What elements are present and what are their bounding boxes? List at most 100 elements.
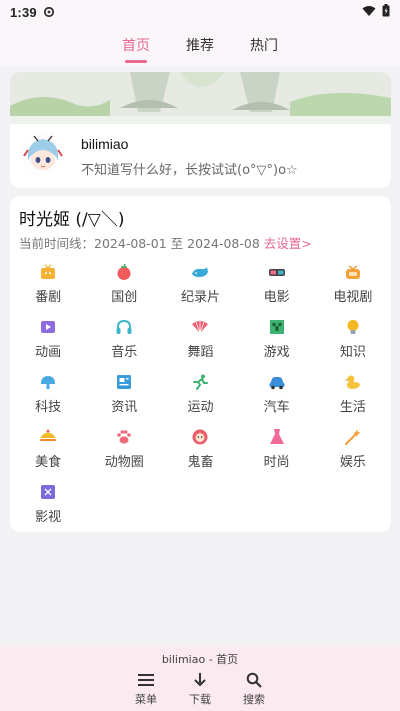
category-item-16[interactable]: 美食 [10, 425, 86, 480]
tv-set-icon [344, 263, 362, 281]
category-label: 影视 [35, 510, 62, 525]
category-item-12[interactable]: 资讯 [86, 370, 162, 425]
tab-home-label: 首页 [122, 37, 150, 53]
dome-icon [39, 373, 57, 391]
timeline-info: 当前时间线：2024-08-01 至 2024-08-08 去设置> [19, 233, 312, 252]
timeline-prefix: 当前时间线： [19, 236, 95, 251]
category-label: 国创 [111, 290, 138, 305]
menu-button[interactable]: 菜单 [119, 671, 173, 707]
category-label: 电影 [263, 290, 290, 305]
tab-recommend[interactable]: 推荐 [168, 24, 232, 55]
wand-icon [344, 428, 362, 446]
paw-icon [115, 428, 133, 446]
runner-icon [191, 373, 209, 391]
timeline-start-date: 2024-08-01 [94, 236, 167, 251]
category-label: 动画 [35, 345, 62, 360]
tomato-icon [115, 263, 133, 281]
dress-icon [268, 428, 286, 446]
category-item-2[interactable]: 国创 [86, 260, 162, 315]
tab-recommend-label: 推荐 [186, 37, 214, 53]
category-item-7[interactable]: 音乐 [86, 315, 162, 370]
download-button-label: 下载 [189, 693, 211, 706]
category-label: 动物圈 [104, 455, 144, 470]
tab-hot-label: 热门 [250, 37, 278, 53]
category-label: 游戏 [263, 345, 290, 360]
category-item-9[interactable]: 游戏 [239, 315, 315, 370]
lightbulb-icon [344, 318, 362, 336]
bottom-bar-title: bilimiao - 首页 [161, 653, 239, 666]
avatar[interactable] [20, 130, 66, 176]
tv-icon [39, 263, 57, 281]
battery-icon [382, 4, 390, 20]
tab-hot[interactable]: 热门 [232, 24, 296, 55]
category-item-3[interactable]: 纪录片 [162, 260, 238, 315]
category-item-21[interactable]: 影视 [10, 480, 86, 535]
search-button[interactable]: 搜索 [227, 671, 281, 707]
duck-icon [344, 373, 362, 391]
profile-banner [10, 72, 391, 124]
food-icon [39, 428, 57, 446]
bottom-actions: 菜单 下载 搜索 [0, 671, 400, 707]
user-signature: 不知道写什么好，长按试试(o°▽°)o☆ [81, 163, 298, 178]
3d-glasses-icon [268, 263, 286, 281]
search-button-label: 搜索 [243, 693, 265, 706]
category-label: 科技 [35, 400, 62, 415]
category-item-20[interactable]: 娱乐 [315, 425, 391, 480]
download-icon [191, 671, 209, 689]
category-label: 资讯 [111, 400, 138, 415]
settings-gear-icon [43, 6, 55, 18]
category-item-19[interactable]: 时尚 [239, 425, 315, 480]
category-label: 运动 [187, 400, 214, 415]
play-icon [39, 318, 57, 336]
category-item-11[interactable]: 科技 [10, 370, 86, 425]
category-label: 生活 [339, 400, 366, 415]
profile-card[interactable]: bilimiao 不知道写什么好，长按试试(o°▽°)o☆ [10, 72, 391, 188]
username: bilimiao [81, 136, 129, 152]
newspaper-icon [115, 373, 133, 391]
category-item-13[interactable]: 运动 [162, 370, 238, 425]
tab-home[interactable]: 首页 [104, 24, 168, 63]
category-item-15[interactable]: 生活 [315, 370, 391, 425]
category-label: 舞蹈 [187, 345, 214, 360]
category-label: 音乐 [111, 345, 138, 360]
category-item-8[interactable]: 舞蹈 [162, 315, 238, 370]
category-item-1[interactable]: 番剧 [10, 260, 86, 315]
category-label: 纪录片 [180, 290, 220, 305]
status-bar: 1:39 [0, 0, 400, 24]
category-item-18[interactable]: 鬼畜 [162, 425, 238, 480]
category-item-5[interactable]: 电视剧 [315, 260, 391, 315]
category-item-4[interactable]: 电影 [239, 260, 315, 315]
tab-active-indicator [125, 60, 147, 63]
top-tabs: 首页 推荐 热门 [0, 24, 400, 64]
category-label: 电视剧 [333, 290, 373, 305]
category-label: 知识 [339, 345, 366, 360]
search-icon [245, 671, 263, 689]
category-label: 时尚 [263, 455, 290, 470]
category-label: 鬼畜 [187, 455, 214, 470]
car-icon [268, 373, 286, 391]
wifi-icon [362, 5, 376, 20]
menu-icon [137, 671, 155, 689]
category-label: 娱乐 [339, 455, 366, 470]
category-label: 美食 [35, 455, 62, 470]
timeline-separator: 至 [170, 236, 184, 251]
lion-icon [191, 428, 209, 446]
category-item-14[interactable]: 汽车 [239, 370, 315, 425]
bottom-bar: bilimiao - 首页 菜单 下载 搜索 [0, 647, 400, 711]
time-machine-title: 时光姬 (/▽＼) [19, 210, 125, 230]
headphones-icon [115, 318, 133, 336]
status-time: 1:39 [10, 4, 37, 20]
film-icon [39, 483, 57, 501]
category-grid: 番剧 国创 纪录片 电影 电视剧动画 音乐 舞蹈 游戏 知识科技 资讯 运动 汽车 生活美食 动物圈 鬼畜 时… [10, 260, 391, 535]
download-button[interactable]: 下载 [173, 671, 227, 707]
time-machine-card: 时光姬 (/▽＼) 当前时间线：2024-08-01 至 2024-08-08 … [10, 196, 391, 532]
category-item-10[interactable]: 知识 [315, 315, 391, 370]
timeline-settings-link[interactable]: 去设置> [264, 236, 312, 251]
category-label: 汽车 [263, 400, 290, 415]
category-label: 番剧 [35, 290, 62, 305]
category-item-6[interactable]: 动画 [10, 315, 86, 370]
menu-button-label: 菜单 [135, 693, 157, 706]
fan-icon [191, 318, 209, 336]
category-item-17[interactable]: 动物圈 [86, 425, 162, 480]
creeper-icon [268, 318, 286, 336]
